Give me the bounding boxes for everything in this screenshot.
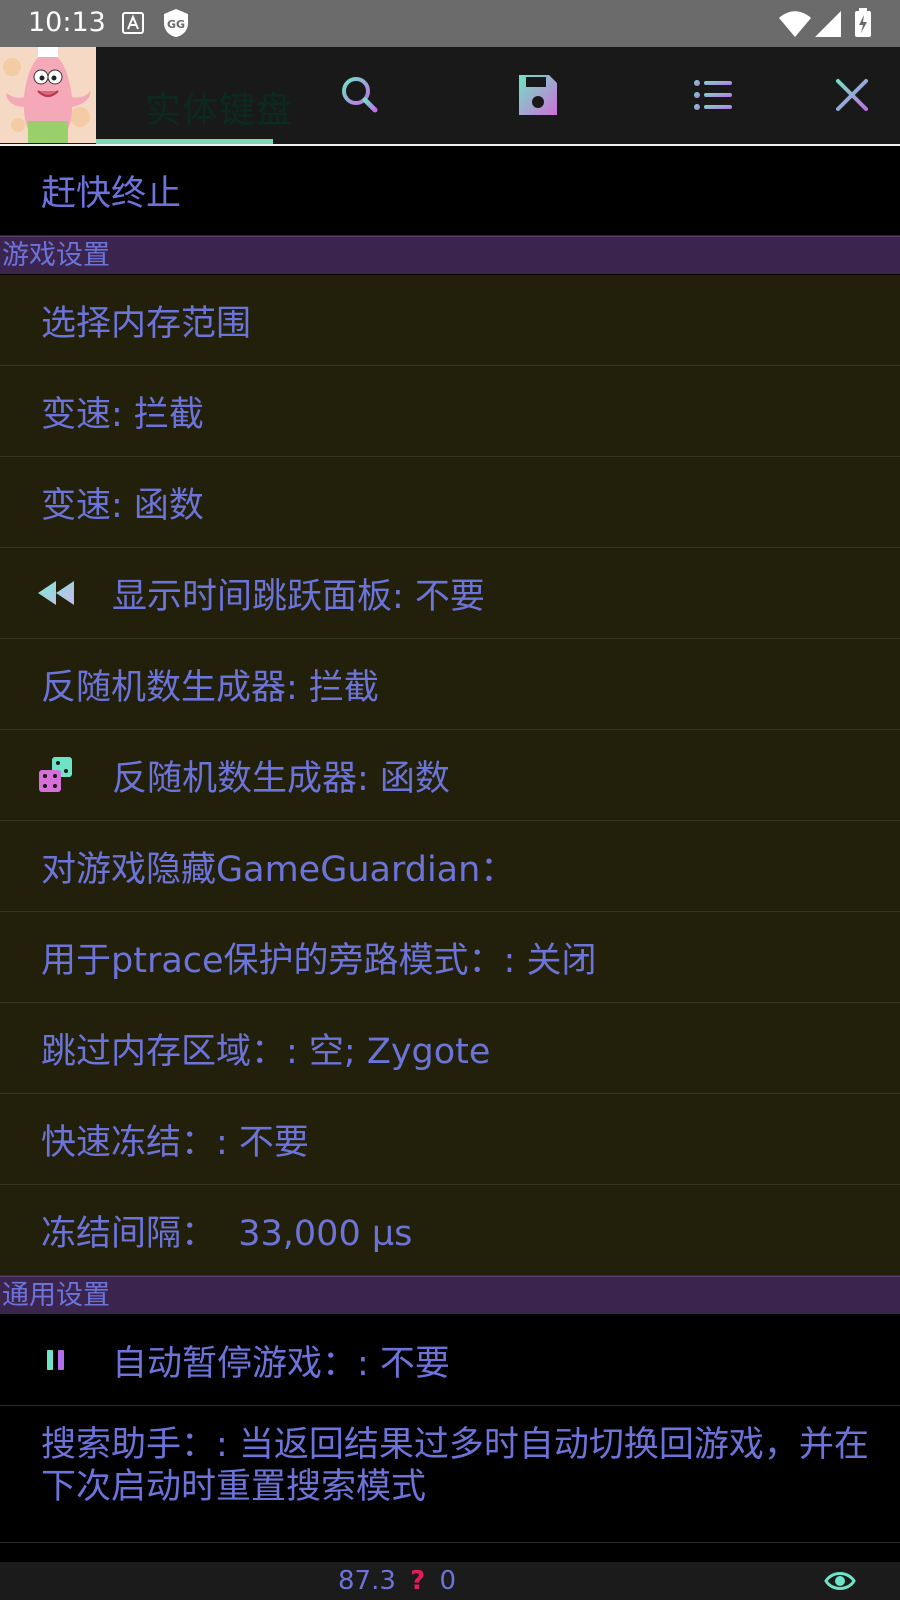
status-time: 10:13: [28, 7, 106, 38]
dice-icon: [0, 755, 112, 795]
wifi-icon: [779, 11, 811, 37]
list-item-stop-now[interactable]: 赶快终止: [0, 146, 900, 236]
keyboard-a-icon: [122, 12, 144, 34]
patrick-avatar[interactable]: [0, 47, 96, 143]
list-item-label: 自动暂停游戏：: 不要: [112, 1343, 450, 1384]
list-item-label: 选择内存范围: [41, 303, 252, 344]
list-item-skip-memory-regions[interactable]: 跳过内存区域：: 空; Zygote: [0, 1003, 900, 1094]
section-header-general-settings: 通用设置: [0, 1276, 900, 1314]
section-header-game-settings: 游戏设置: [0, 236, 900, 274]
list-item-label: 赶快终止: [41, 174, 182, 214]
list-item-anti-rng-function[interactable]: 反随机数生成器: 函数: [0, 730, 900, 821]
list-item-time-jump-panel[interactable]: 显示时间跳跃面板: 不要: [0, 548, 900, 639]
list-item-speedhack-intercept[interactable]: 变速: 拦截: [0, 366, 900, 457]
list-item-label: 跳过内存区域：: 空; Zygote: [41, 1031, 491, 1072]
cell-signal-icon: [815, 11, 841, 37]
close-icon[interactable]: [824, 67, 880, 123]
app-toolbar: 实体键盘: [0, 47, 900, 144]
bottom-stats: 87.3 ? 0: [338, 1566, 456, 1596]
list-item-label-line-1: 搜索助手：: 当返回结果过多时自动切换回游戏，并在: [41, 1425, 869, 1465]
list-item-freeze-interval[interactable]: 冻结间隔： 33,000 µs: [0, 1185, 900, 1276]
status-bar: 10:13 GG: [0, 0, 900, 47]
pause-icon: [0, 1348, 112, 1372]
stats-unknown: ?: [410, 1566, 426, 1596]
list-item-label: 反随机数生成器: 拦截: [41, 667, 379, 708]
list-item-ptrace-bypass[interactable]: 用于ptrace保护的旁路模式：: 关闭: [0, 912, 900, 1003]
list-item-label: 冻结间隔： 33,000 µs: [41, 1213, 413, 1254]
list-item-fast-freeze[interactable]: 快速冻结：: 不要: [0, 1094, 900, 1185]
list-item-label: 变速: 函数: [41, 485, 204, 526]
svg-text:GG: GG: [167, 18, 185, 31]
stats-count: 0: [439, 1566, 457, 1596]
list-item-anti-rng-intercept[interactable]: 反随机数生成器: 拦截: [0, 639, 900, 730]
bottom-bar: 87.3 ? 0: [0, 1562, 900, 1600]
list-item-label: 反随机数生成器: 函数: [112, 758, 450, 799]
eye-icon[interactable]: [824, 1568, 856, 1594]
list-item-select-memory-range[interactable]: 选择内存范围: [0, 275, 900, 366]
battery-charging-icon: [855, 8, 871, 37]
save-icon[interactable]: [509, 67, 565, 123]
list-item-label: 搜索助手：: 当返回结果过多时自动切换回游戏，并在 下次启动时重置搜索模式: [0, 1406, 869, 1508]
list-item-label: 变速: 拦截: [41, 394, 204, 435]
rewind-icon: [0, 579, 112, 607]
list-item-speedhack-function[interactable]: 变速: 函数: [0, 457, 900, 548]
stats-value: 87.3: [338, 1566, 396, 1596]
list-item-label: 对游戏隐藏GameGuardian：: [41, 849, 516, 890]
list-item-label: 快速冻结：: 不要: [41, 1122, 309, 1163]
list-item-label: 显示时间跳跃面板: 不要: [112, 576, 485, 617]
search-icon[interactable]: [332, 67, 388, 123]
list-item-search-helper[interactable]: 搜索助手：: 当返回结果过多时自动切换回游戏，并在 下次启动时重置搜索模式: [0, 1406, 900, 1543]
list-item-label-line-2: 下次启动时重置搜索模式: [41, 1467, 427, 1507]
list-item-hide-gameguardian[interactable]: 对游戏隐藏GameGuardian：: [0, 821, 900, 912]
list-icon[interactable]: [686, 67, 742, 123]
list-item-auto-pause-game[interactable]: 自动暂停游戏：: 不要: [0, 1315, 900, 1406]
sliders-icon[interactable]: [156, 67, 212, 123]
gg-shield-icon: GG: [164, 9, 188, 37]
list-item-label: 用于ptrace保护的旁路模式：: 关闭: [41, 940, 597, 981]
